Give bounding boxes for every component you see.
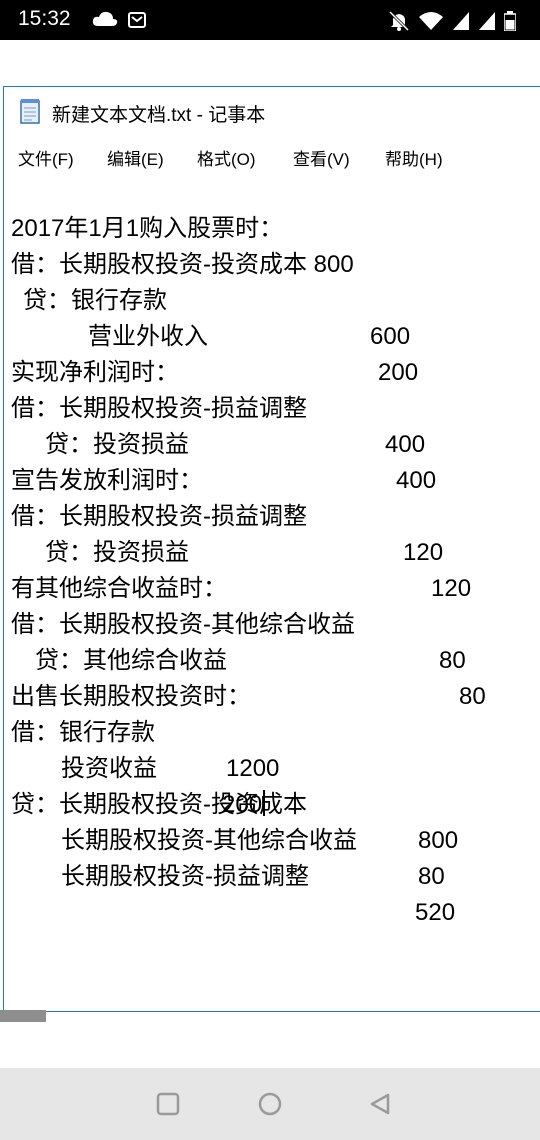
menu-edit[interactable]: 编辑(E) (107, 145, 164, 170)
recent-apps-button[interactable] (156, 1092, 180, 1120)
wifi-icon (418, 11, 444, 35)
text-line: 宣告发放利润时： (11, 467, 203, 494)
text-editor[interactable]: 2017年1月1购入股票时： 借：长期股权投资-投资成本 800 贷：银行存款 … (4, 171, 540, 1007)
status-time: 15:32 (18, 7, 71, 30)
text-line: 长期股权投资-其他综合收益 80 (61, 827, 445, 890)
text-line: 营业外收入 200 (88, 323, 419, 386)
text-line: 借：银行存款 1200 (11, 719, 280, 782)
text-line: 有其他综合收益时： (11, 575, 227, 602)
text-line: 借：长期股权投资-损益调整 120 (11, 503, 444, 566)
text-line: 贷：投资损益 400 (45, 431, 437, 494)
signal-icon (452, 11, 470, 35)
cloud-icon (92, 10, 118, 32)
menu-format[interactable]: 格式(O) (197, 145, 256, 170)
text-line: 借：长期股权投资-其他综合收益 80 (11, 611, 466, 674)
back-button[interactable] (368, 1092, 392, 1120)
text-line: 出售长期股权投资时： (11, 683, 251, 710)
home-button[interactable] (258, 1092, 282, 1120)
mute-icon (388, 10, 410, 36)
notepad-window: 新建文本文档.txt - 记事本 文件(F) 编辑(E) 格式(O) 查看(V)… (3, 86, 540, 1012)
text-line: 投资收益 200 (4, 715, 266, 818)
menu-file[interactable]: 文件(F) (18, 145, 74, 170)
text-line: 长期股权投资-损益调整 520 (61, 863, 456, 926)
text-line: 实现净利润时： (11, 359, 179, 386)
window-title: 新建文本文档.txt - 记事本 (52, 104, 266, 126)
text-line: 借：长期股权投资-损益调整 400 (11, 395, 426, 458)
menu-view[interactable]: 查看(V) (293, 145, 350, 170)
taskbar-fragment (0, 1010, 46, 1022)
message-icon (128, 11, 146, 33)
menu-bar: 文件(F) 编辑(E) 格式(O) 查看(V) 帮助(H) (4, 139, 540, 169)
text-line: 借：长期股权投资-投资成本 800 (11, 251, 354, 278)
notepad-icon (18, 98, 42, 128)
menu-help[interactable]: 帮助(H) (385, 145, 443, 170)
battery-icon (503, 11, 517, 35)
text-line: 贷：长期股权投资-投资成本 800 (11, 791, 459, 854)
status-bar: 15:32 (0, 0, 540, 40)
title-bar: 新建文本文档.txt - 记事本 (18, 99, 265, 127)
navigation-bar (0, 1068, 540, 1140)
text-line: 贷：银行存款 600 (23, 287, 411, 350)
text-line: 2017年1月1购入股票时： (11, 215, 284, 242)
text-line: 贷：投资损益 120 (45, 539, 472, 602)
text-line: 贷：其他综合收益 80 (35, 647, 486, 710)
signal-icon-2 (478, 11, 496, 35)
